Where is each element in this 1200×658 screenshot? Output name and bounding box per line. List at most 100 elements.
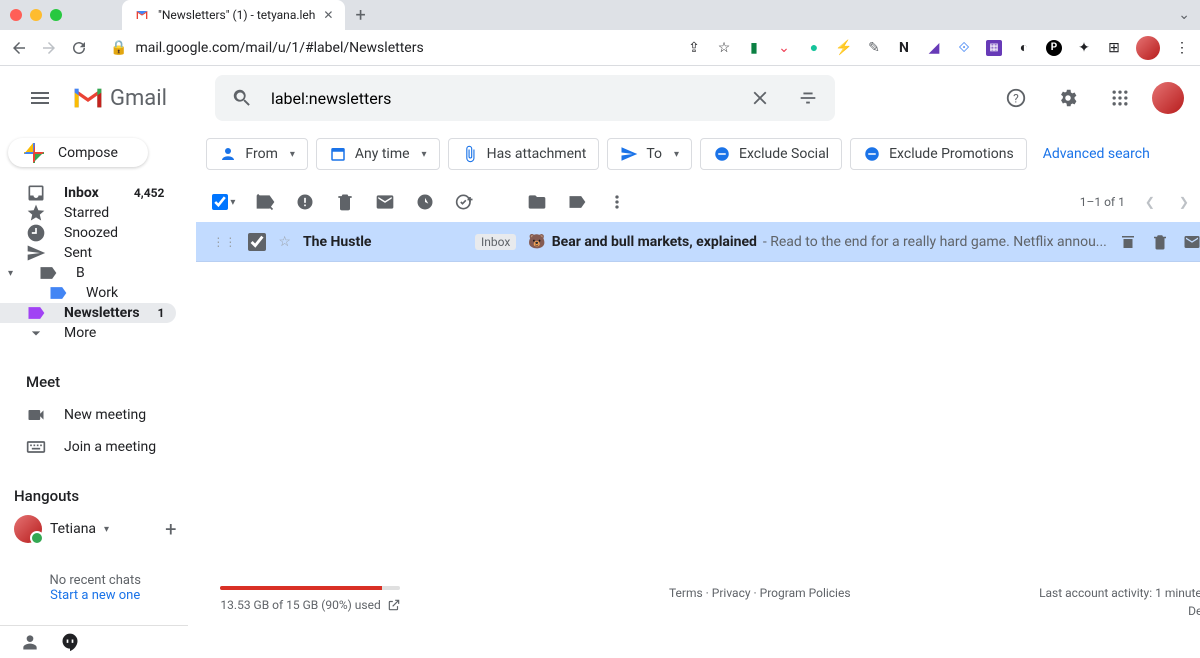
gmail-logo-icon [72, 86, 104, 110]
browser-menu-icon[interactable]: ⋮ [1174, 40, 1190, 56]
sidebar-item-inbox[interactable]: Inbox 4,452 [0, 183, 176, 203]
next-page-button[interactable]: ❯ [1175, 191, 1193, 213]
move-to-icon[interactable] [527, 192, 547, 212]
notion-icon[interactable]: N [896, 40, 912, 56]
advanced-search-link[interactable]: Advanced search [1043, 146, 1150, 162]
ext-icon-5[interactable]: ⟐ [956, 40, 972, 56]
grammarly-icon[interactable]: ● [806, 40, 822, 56]
row-checkbox[interactable] [248, 233, 266, 251]
email-row[interactable]: ⋮⋮ ☆ The Hustle Inbox 🐻 Bear and bull ma… [196, 222, 1200, 262]
delete-icon[interactable] [1151, 233, 1169, 251]
ext-icon-9[interactable]: ⊞ [1106, 40, 1122, 56]
filter-chips-row: From▾ Any time▾ Has attachment To▾ Exclu… [196, 130, 1200, 182]
chip-from[interactable]: From▾ [206, 138, 307, 170]
new-chat-button[interactable]: + [165, 517, 176, 541]
back-button[interactable] [10, 39, 28, 57]
close-tab-icon[interactable]: ✕ [323, 8, 333, 22]
archive-icon[interactable] [1119, 233, 1137, 251]
extensions-icon[interactable]: ✦ [1076, 40, 1092, 56]
ext-icon-2[interactable]: ⚡ [836, 40, 852, 56]
address-bar[interactable]: 🔒 mail.google.com/mail/u/1/#label/Newsle… [110, 40, 424, 56]
ext-icon-1[interactable]: ▮ [746, 40, 762, 56]
minimize-window[interactable] [30, 9, 42, 21]
search-box[interactable] [215, 75, 835, 121]
main-menu-button[interactable] [16, 74, 64, 122]
add-to-tasks-icon[interactable] [455, 192, 475, 212]
ext-icon-8[interactable]: P [1046, 40, 1062, 56]
account-activity: Last account activity: 1 minute ago Deta… [1039, 586, 1200, 618]
search-input[interactable] [271, 89, 731, 108]
sidebar-item-label-newsletters[interactable]: Newsletters 1 [0, 303, 176, 323]
hangouts-avatar [14, 515, 42, 543]
tabs-overflow-icon[interactable]: ⌄ [1178, 7, 1190, 23]
browser-profile-avatar[interactable] [1136, 36, 1160, 60]
pocket-icon[interactable]: ⌄ [776, 40, 792, 56]
new-meeting-button[interactable]: New meeting [26, 399, 188, 431]
join-meeting-button[interactable]: Join a meeting [26, 431, 188, 463]
forward-button[interactable] [40, 39, 58, 57]
ext-icon-7[interactable]: ◐ [1016, 40, 1032, 56]
person-icon[interactable] [20, 632, 40, 652]
chip-to[interactable]: To▾ [607, 138, 692, 170]
report-spam-icon[interactable] [295, 192, 315, 212]
browser-tab[interactable]: "Newsletters" (1) - tetyana.leh ✕ [122, 0, 345, 30]
start-new-chat-link[interactable]: Start a new one [50, 588, 140, 603]
gmail-logo[interactable]: Gmail [72, 86, 167, 111]
chip-any-time[interactable]: Any time▾ [316, 138, 440, 170]
details-link[interactable]: Details [1039, 604, 1200, 618]
mark-read-icon[interactable] [375, 192, 395, 212]
storage-text: 13.53 GB of 15 GB (90%) used [220, 598, 380, 612]
new-tab-button[interactable]: + [355, 5, 365, 26]
apps-icon[interactable] [1100, 78, 1140, 118]
star-toggle[interactable]: ☆ [278, 234, 291, 250]
sidebar-item-label-b[interactable]: ▾ B [0, 263, 176, 283]
bookmark-icon[interactable]: ☆ [716, 40, 732, 56]
ext-icon-6[interactable]: ▦ [986, 40, 1002, 56]
delete-icon[interactable] [335, 192, 355, 212]
sidebar-item-label-work[interactable]: Work [0, 283, 176, 303]
sidebar-item-sent[interactable]: Sent [0, 243, 176, 263]
policies-link[interactable]: Program Policies [760, 586, 851, 600]
ext-icon-4[interactable]: ◢ [926, 40, 942, 56]
expand-icon[interactable]: ▾ [8, 268, 20, 279]
compose-plus-icon [22, 141, 46, 165]
settings-icon[interactable] [1048, 78, 1088, 118]
chip-exclude-social[interactable]: Exclude Social [700, 138, 842, 170]
terms-link[interactable]: Terms [669, 586, 703, 600]
label-icon [26, 303, 46, 323]
snooze-icon[interactable] [415, 192, 435, 212]
sidebar-item-starred[interactable]: Starred [0, 203, 176, 223]
mark-unread-icon[interactable] [1183, 233, 1200, 251]
sidebar-item-more[interactable]: More [0, 323, 176, 343]
chip-has-attachment[interactable]: Has attachment [448, 138, 600, 170]
share-icon[interactable]: ⇪ [686, 40, 702, 56]
prev-page-button[interactable]: ❮ [1141, 191, 1159, 213]
hangouts-icon[interactable] [60, 632, 80, 652]
sidebar-item-snoozed[interactable]: Snoozed [0, 223, 176, 243]
meet-title: Meet [26, 373, 188, 391]
chevron-down-icon: ▾ [674, 149, 679, 160]
close-window[interactable] [10, 9, 22, 21]
search-options-icon[interactable] [789, 79, 827, 117]
remove-label-icon[interactable] [255, 192, 275, 212]
account-avatar[interactable] [1152, 82, 1184, 114]
compose-button[interactable]: Compose [8, 138, 148, 167]
more-icon[interactable] [607, 192, 627, 212]
labels-icon[interactable] [567, 192, 587, 212]
clear-search-icon[interactable] [741, 79, 779, 117]
maximize-window[interactable] [50, 9, 62, 21]
privacy-link[interactable]: Privacy [712, 586, 751, 600]
browser-tab-bar: "Newsletters" (1) - tetyana.leh ✕ + ⌄ [0, 0, 1200, 30]
select-all-checkbox[interactable]: ▾ [212, 194, 235, 210]
chip-exclude-promotions[interactable]: Exclude Promotions [850, 138, 1027, 170]
chevron-down-icon[interactable]: ▾ [104, 524, 109, 535]
search-icon[interactable] [223, 79, 261, 117]
support-icon[interactable]: ? [996, 78, 1036, 118]
drag-handle-icon[interactable]: ⋮⋮ [212, 235, 236, 249]
hangouts-user[interactable]: Tetiana ▾ + [14, 515, 176, 543]
minus-icon [713, 145, 731, 163]
open-storage-icon[interactable] [387, 598, 401, 612]
reload-button[interactable] [70, 39, 88, 57]
email-preview: - Read to the end for a really hard game… [763, 234, 1107, 250]
ext-icon-3[interactable]: ✎ [866, 40, 882, 56]
